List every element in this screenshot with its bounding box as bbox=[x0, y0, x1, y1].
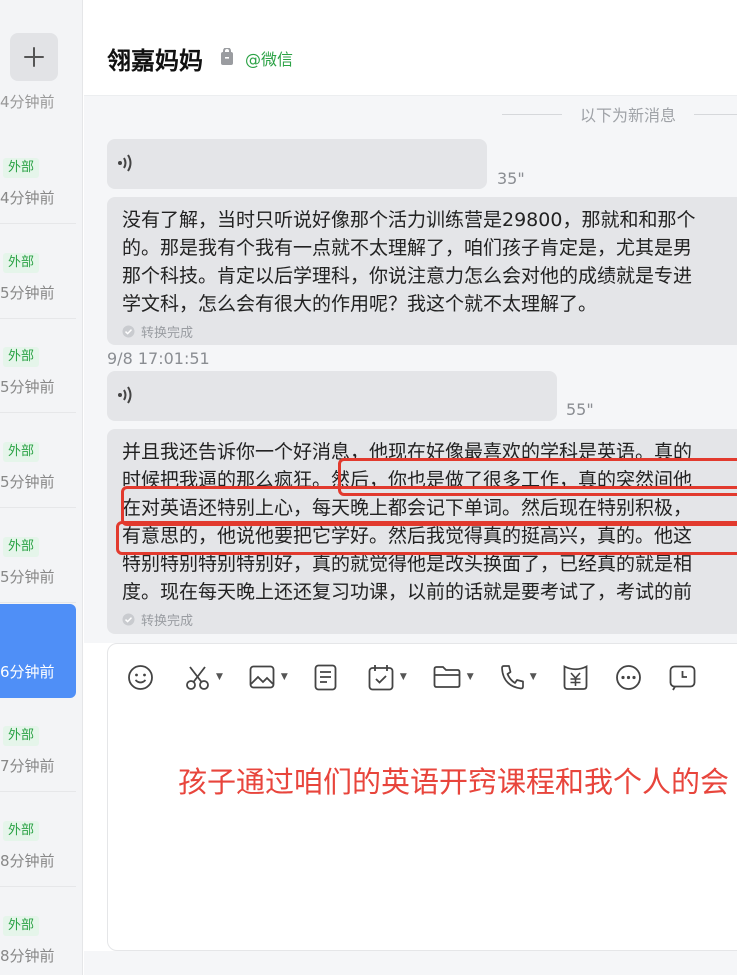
conversation-time: 6分钟前 bbox=[0, 662, 55, 681]
external-badge: 外部 bbox=[3, 347, 40, 368]
voice-message[interactable] bbox=[107, 139, 487, 189]
external-badge: 外部 bbox=[3, 442, 40, 463]
conversation-item[interactable]: 外部 5分钟前 bbox=[0, 319, 76, 414]
conversation-item[interactable]: 6分钟前 bbox=[0, 603, 76, 698]
external-badge: 外部 bbox=[3, 252, 40, 273]
chevron-down-icon[interactable]: ▼ bbox=[281, 672, 288, 682]
conversation-time: 8分钟前 bbox=[0, 851, 55, 870]
transcript-line: 度。现在每天晚上还还复习功课，以前的话就是要考试了，考试的前 bbox=[122, 581, 693, 603]
conversation-time: 4分钟前 bbox=[0, 189, 55, 207]
plus-icon bbox=[24, 47, 44, 67]
transcript-line: 那个科技。肯定以后学理科，你说注意力怎么会对他的成绩就是专进 bbox=[122, 265, 693, 287]
new-messages-divider: 以下为新消息 bbox=[484, 102, 737, 126]
conversation-item[interactable]: 外部 4分钟前 bbox=[0, 130, 76, 224]
emoji-button[interactable] bbox=[127, 664, 154, 691]
chevron-down-icon[interactable]: ▼ bbox=[467, 672, 474, 682]
chat-header: 翎嘉妈妈 @微信 bbox=[84, 0, 737, 96]
highlight-box bbox=[121, 486, 737, 526]
chat-title: 翎嘉妈妈 bbox=[107, 47, 203, 75]
conversation-item[interactable]: 外部 7分钟前 bbox=[0, 698, 76, 793]
document-button[interactable] bbox=[314, 664, 337, 691]
conversation-time: 5分钟前 bbox=[0, 567, 55, 586]
call-button[interactable]: ▼ bbox=[500, 664, 537, 690]
schedule-button[interactable]: ▼ bbox=[368, 664, 407, 691]
chevron-down-icon[interactable]: ▼ bbox=[216, 672, 223, 682]
message-list[interactable]: 以下为新消息 35" 没有了解，当时只听说好像那个活力训练营是29800，那就和… bbox=[84, 96, 737, 643]
red-packet-icon bbox=[563, 664, 588, 690]
external-badge: 外部 bbox=[3, 915, 40, 936]
image-button[interactable]: ▼ bbox=[249, 665, 288, 689]
calendar-check-icon bbox=[368, 664, 394, 690]
conversation-time: 5分钟前 bbox=[0, 378, 55, 397]
draft-text[interactable]: 孩子通过咱们的英语开窍课程和我个人的会 bbox=[178, 759, 729, 801]
chevron-down-icon[interactable]: ▼ bbox=[530, 672, 537, 682]
conversation-sidebar: 4分钟前 外部 4分钟前 外部 5分钟前 外部 5分钟前 外部 5分钟前 外部 5分钟前 6分钟前外… bbox=[0, 0, 83, 975]
conversation-item[interactable]: 外部 5分钟前 bbox=[0, 414, 76, 509]
check-circle-icon bbox=[122, 613, 135, 626]
wechat-source-tag: @微信 bbox=[245, 50, 294, 69]
bottom-strip bbox=[84, 951, 737, 975]
scissors-icon bbox=[186, 665, 209, 690]
conversation-time: 4分钟前 bbox=[0, 93, 55, 111]
clock-icon bbox=[669, 665, 696, 690]
conversation-item[interactable]: 外部 5分钟前 bbox=[0, 509, 76, 603]
folder-icon bbox=[433, 666, 461, 688]
external-badge: 外部 bbox=[3, 158, 40, 178]
transcript-line: 的。那是我有个我有一点就不太理解了，咱们孩子肯定是，尤其是男 bbox=[122, 237, 693, 259]
highlight-box bbox=[116, 521, 737, 555]
smile-icon bbox=[128, 664, 153, 690]
conversion-status-label: 转换完成 bbox=[141, 614, 194, 629]
transcript-line: 学文科，怎么会有很大的作用呢？我这个就不太理解了。 bbox=[122, 293, 598, 315]
voice-message[interactable] bbox=[107, 371, 557, 421]
voice-duration: 55" bbox=[566, 400, 594, 419]
external-badge: 外部 bbox=[3, 726, 40, 747]
conversation-item[interactable]: 外部 5分钟前 bbox=[0, 225, 76, 319]
screenshot-button[interactable]: ▼ bbox=[185, 664, 223, 691]
conversation-time: 7分钟前 bbox=[0, 757, 55, 776]
conversation-time: 5分钟前 bbox=[0, 283, 55, 302]
voice-wave-icon bbox=[118, 154, 132, 172]
conversion-status: 转换完成 bbox=[122, 610, 737, 629]
phone-icon bbox=[500, 665, 524, 690]
external-badge: 外部 bbox=[3, 820, 40, 841]
external-badge: 外部 bbox=[3, 536, 40, 557]
conversation-item[interactable]: 外部 8分钟前 bbox=[0, 888, 76, 975]
add-button[interactable] bbox=[10, 33, 58, 81]
check-circle-icon bbox=[122, 325, 135, 338]
conversion-status: 转换完成 bbox=[122, 322, 737, 341]
divider-label: 以下为新消息 bbox=[580, 106, 677, 125]
conversation-time: 5分钟前 bbox=[0, 473, 55, 492]
file-button[interactable]: ▼ bbox=[433, 665, 474, 689]
conversion-status-label: 转换完成 bbox=[141, 326, 194, 341]
more-button[interactable] bbox=[615, 664, 642, 691]
conversation-time: 8分钟前 bbox=[0, 946, 55, 965]
red-packet-button[interactable] bbox=[563, 664, 588, 691]
voice-wave-icon bbox=[118, 386, 132, 404]
more-icon bbox=[615, 664, 641, 690]
image-icon bbox=[249, 665, 275, 689]
lock-icon bbox=[221, 48, 233, 65]
transcript-line: 没有了解，当时只听说好像那个活力训练营是29800，那就和和那个 bbox=[122, 209, 696, 231]
message-timestamp: 9/8 17:01:51 bbox=[107, 349, 210, 368]
composer-toolbar: ▼ ▼ ▼ ▼ ▼ bbox=[108, 660, 696, 694]
message-composer[interactable]: ▼ ▼ ▼ ▼ ▼ 孩子通过咱们的英语开窍课程和我个人的会 bbox=[107, 643, 737, 951]
voice-duration: 35" bbox=[497, 169, 525, 188]
chevron-down-icon[interactable]: ▼ bbox=[400, 672, 407, 682]
document-icon bbox=[314, 664, 337, 690]
schedule-send-button[interactable] bbox=[669, 664, 696, 691]
transcript-bubble[interactable]: 没有了解，当时只听说好像那个活力训练营是29800，那就和和那个 的。那是我有个… bbox=[107, 197, 737, 345]
conversation-item[interactable]: 外部 8分钟前 bbox=[0, 793, 76, 887]
